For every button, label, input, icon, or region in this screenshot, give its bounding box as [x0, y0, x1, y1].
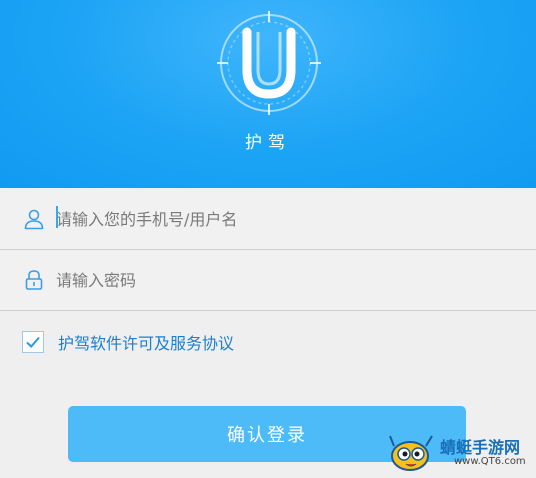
username-field[interactable] [0, 189, 536, 250]
password-field[interactable] [0, 250, 536, 311]
agreement-row: 护驾软件许可及服务协议 [22, 328, 234, 356]
password-input[interactable] [56, 250, 496, 310]
checkmark-icon [26, 336, 40, 348]
watermark-title: 蜻蜓手游网 [440, 438, 521, 457]
agreement-link[interactable]: 护驾软件许可及服务协议 [58, 330, 234, 354]
app-name: 护驾 [245, 133, 291, 153]
agreement-checkbox[interactable] [22, 331, 44, 353]
username-input[interactable] [56, 189, 496, 249]
watermark-url: www.QT6.com [454, 456, 526, 467]
text-caret [56, 206, 58, 228]
header-banner: 护驾 [0, 0, 536, 188]
lock-icon [25, 270, 43, 290]
u-compass-logo-icon [217, 11, 321, 115]
user-icon [24, 209, 44, 230]
dragonfly-mascot-icon [389, 435, 433, 471]
watermark: 蜻蜓手游网 www.QT6.com [388, 432, 534, 474]
